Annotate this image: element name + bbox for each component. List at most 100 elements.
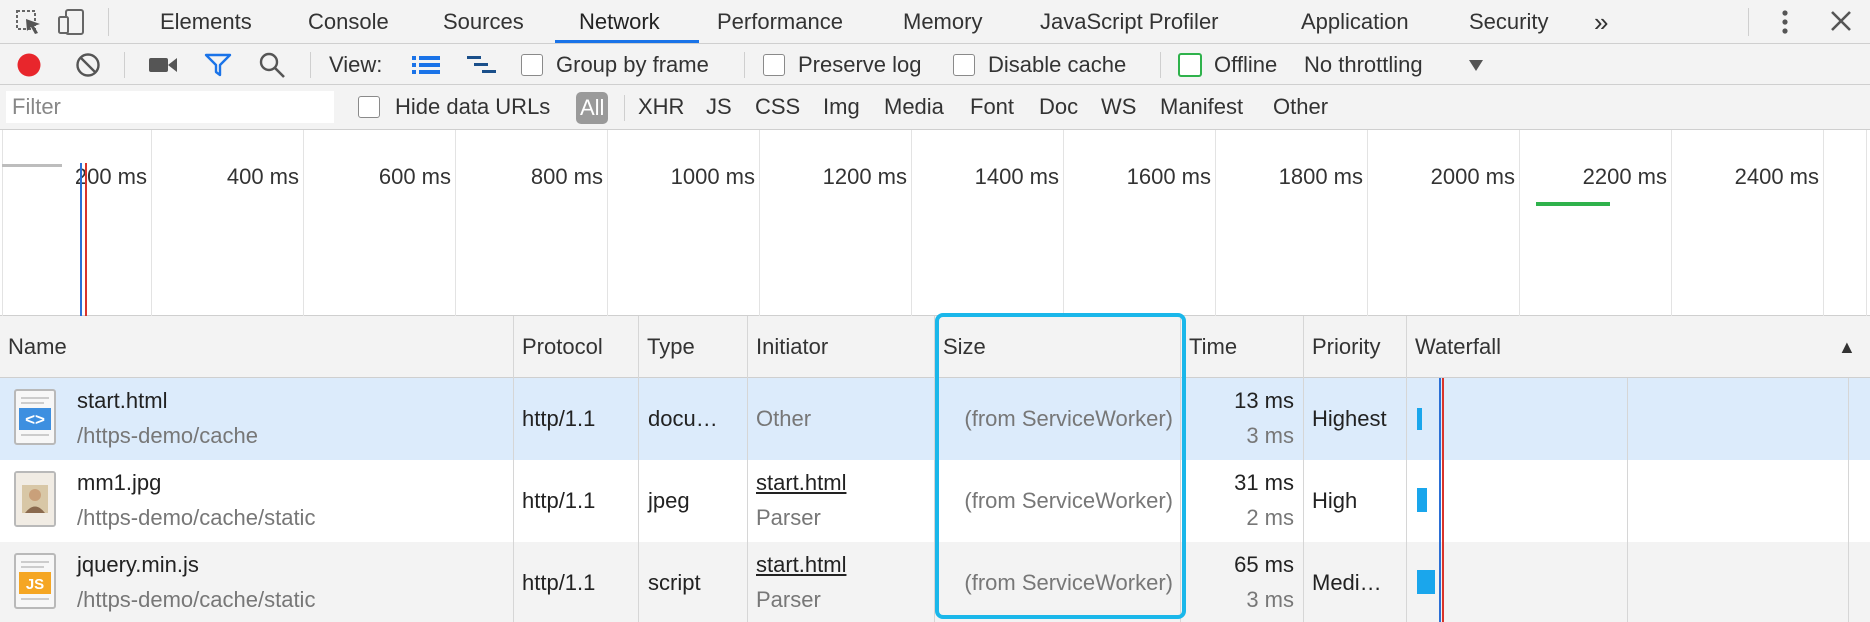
overview-tick-label: 2000 ms: [1430, 164, 1515, 189]
overview-tick-label: 800 ms: [530, 164, 603, 189]
disable-cache-checkbox[interactable]: [953, 54, 975, 76]
request-latency: 2 ms: [1246, 505, 1294, 530]
column-header-priority[interactable]: Priority: [1304, 316, 1380, 378]
toolbar-divider: [744, 52, 745, 78]
js-icon-glyph: JS: [26, 576, 44, 593]
overview-tick-label: 2200 ms: [1582, 164, 1667, 189]
request-priority: High: [1312, 488, 1358, 513]
more-tabs-button[interactable]: »: [1594, 0, 1608, 44]
more-options-icon[interactable]: [1770, 8, 1800, 36]
search-icon[interactable]: [258, 52, 286, 78]
overview-waterfall-icon[interactable]: [466, 54, 498, 76]
filter-type-xhr[interactable]: XHR: [638, 94, 684, 120]
filter-type-doc[interactable]: Doc: [1039, 94, 1078, 120]
overview-tick-label: 2400 ms: [1734, 164, 1819, 189]
offline-checkbox[interactable]: [1178, 53, 1202, 77]
initiator-link[interactable]: start.html: [756, 552, 846, 578]
record-icon[interactable]: [16, 52, 42, 78]
view-label: View:: [329, 52, 383, 77]
toolbar-divider: [124, 52, 125, 78]
overview-tick-label: 1000 ms: [670, 164, 755, 189]
tab-javascript-profiler[interactable]: JavaScript Profiler: [1040, 0, 1219, 44]
filter-type-font[interactable]: Font: [970, 94, 1014, 120]
filter-type-manifest[interactable]: Manifest: [1160, 94, 1243, 120]
overview-gridline: [911, 130, 912, 316]
overview-gridline: [1367, 130, 1368, 316]
html-file-icon: <>: [14, 389, 56, 445]
toolbar-divider: [624, 95, 625, 121]
column-divider[interactable]: [747, 316, 748, 622]
request-protocol: http/1.1: [522, 488, 596, 513]
column-header-initiator[interactable]: Initiator: [748, 316, 828, 378]
clear-icon[interactable]: [75, 52, 101, 78]
tab-performance[interactable]: Performance: [717, 0, 843, 44]
devtools-tab-bar: Elements Console Sources Network Perform…: [0, 0, 1870, 44]
column-divider[interactable]: [1303, 316, 1304, 622]
request-path: /https-demo/cache/static: [77, 505, 316, 530]
column-header-name[interactable]: Name: [0, 316, 67, 378]
overview-tick-label: 1200 ms: [822, 164, 907, 189]
hide-data-urls-checkbox[interactable]: [358, 96, 380, 118]
tab-sources[interactable]: Sources: [443, 0, 524, 44]
html-icon-glyph: <>: [25, 410, 45, 429]
column-header-protocol[interactable]: Protocol: [514, 316, 603, 378]
filter-type-img[interactable]: Img: [823, 94, 860, 120]
column-header-type[interactable]: Type: [639, 316, 695, 378]
filter-input[interactable]: [6, 91, 334, 123]
waterfall-bar: [1417, 408, 1422, 430]
tab-security[interactable]: Security: [1469, 0, 1548, 44]
filter-type-ws[interactable]: WS: [1101, 94, 1136, 120]
throttling-select[interactable]: No throttling: [1304, 52, 1423, 78]
column-divider[interactable]: [1406, 316, 1407, 622]
column-divider[interactable]: [1180, 316, 1181, 622]
capture-screenshots-icon[interactable]: [148, 54, 178, 76]
column-divider[interactable]: [638, 316, 639, 622]
request-time: 13 ms: [1234, 388, 1294, 413]
initiator-link[interactable]: start.html: [756, 470, 846, 496]
request-priority: Highest: [1312, 406, 1387, 431]
request-name: mm1.jpg: [77, 470, 162, 495]
inspect-element-icon[interactable]: [14, 8, 44, 36]
waterfall-gridline: [1627, 378, 1628, 622]
large-rows-icon[interactable]: [411, 54, 441, 76]
tab-elements[interactable]: Elements: [160, 0, 252, 44]
sort-ascending-icon[interactable]: ▲: [1830, 316, 1856, 378]
table-row[interactable]: JS jquery.min.js /https-demo/cache/stati…: [0, 542, 1870, 622]
table-row[interactable]: <> start.html /https-demo/cache http/1.1…: [0, 378, 1870, 460]
overview-tick-label: 200 ms: [74, 164, 147, 189]
column-divider[interactable]: [934, 316, 935, 622]
filter-icon[interactable]: [204, 53, 232, 77]
filter-bar: Hide data URLs All XHR JS CSS Img Media …: [0, 85, 1870, 130]
overview-gridline: [759, 130, 760, 316]
column-header-time[interactable]: Time: [1181, 316, 1237, 378]
overview-tick-label: 400 ms: [226, 164, 299, 189]
preserve-log-label: Preserve log: [798, 52, 922, 77]
column-header-size[interactable]: Size: [935, 316, 986, 378]
filter-type-all[interactable]: All: [576, 92, 609, 124]
request-name: start.html: [77, 388, 168, 413]
filter-type-other[interactable]: Other: [1273, 94, 1328, 120]
tab-console[interactable]: Console: [308, 0, 389, 44]
column-divider[interactable]: [513, 316, 514, 622]
table-row[interactable]: mm1.jpg /https-demo/cache/static http/1.…: [0, 460, 1870, 542]
tab-network[interactable]: Network: [579, 0, 660, 44]
active-tab-indicator: [555, 40, 699, 43]
timeline-overview[interactable]: 200 ms 400 ms 600 ms 800 ms 1000 ms 1200…: [0, 130, 1870, 316]
overview-gridline: [1823, 130, 1824, 316]
group-by-frame-checkbox[interactable]: [521, 54, 543, 76]
filter-type-js[interactable]: JS: [706, 94, 732, 120]
filter-type-media[interactable]: Media: [884, 94, 944, 120]
overview-gridline: [1866, 130, 1867, 316]
close-icon[interactable]: [1826, 8, 1856, 36]
tab-memory[interactable]: Memory: [903, 0, 982, 44]
device-toolbar-icon[interactable]: [56, 8, 86, 36]
filter-type-css[interactable]: CSS: [755, 94, 800, 120]
preserve-log-checkbox[interactable]: [763, 54, 785, 76]
dom-content-loaded-marker: [1439, 378, 1441, 622]
overview-gridline: [1063, 130, 1064, 316]
column-header-waterfall[interactable]: Waterfall: [1407, 316, 1501, 378]
request-latency: 3 ms: [1246, 587, 1294, 612]
tab-application[interactable]: Application: [1301, 0, 1409, 44]
chevron-down-icon[interactable]: [1468, 58, 1484, 72]
network-toolbar: View: Group by frame Preserve log Disabl…: [0, 44, 1870, 85]
